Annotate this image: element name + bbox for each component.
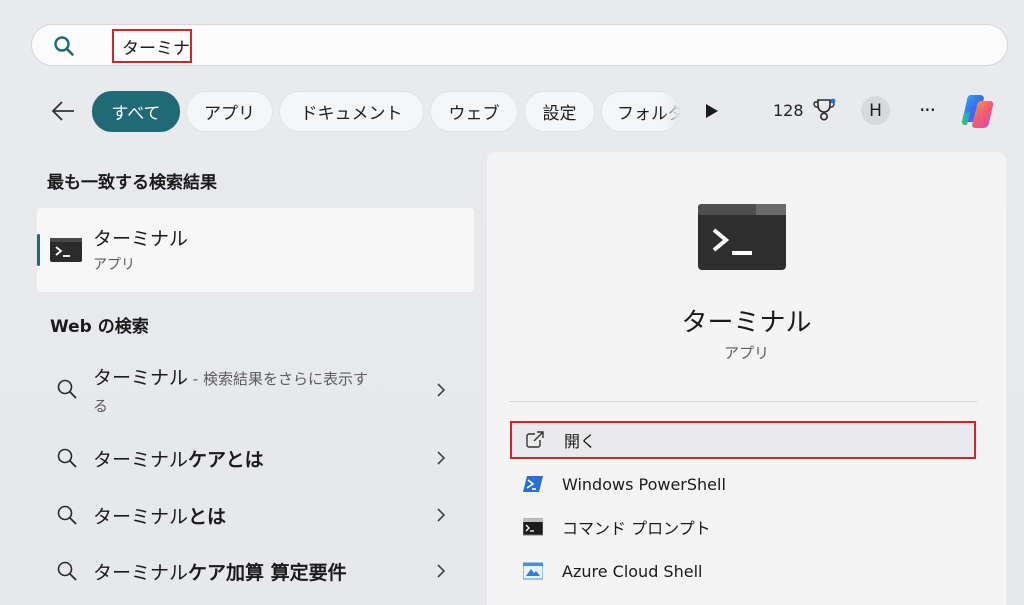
open-action[interactable]: 開く: [510, 421, 976, 459]
chevron-right-icon: [437, 451, 446, 465]
terminal-app-icon: [50, 238, 82, 262]
powershell-action-label: Windows PowerShell: [562, 474, 726, 494]
web-search-heading: Web の検索: [50, 317, 149, 337]
best-match-name: ターミナル: [93, 228, 189, 250]
terminal-app-icon: [698, 204, 786, 270]
web-result-suffix-wrap: る: [93, 397, 109, 415]
chevron-right-icon: [437, 508, 446, 522]
chevron-right-icon: [437, 383, 446, 397]
web-result-item[interactable]: ターミナルケアとは: [37, 440, 474, 476]
search-icon: [54, 36, 74, 56]
preview-panel: ターミナル アプリ 開く Windows PowerShell コマンド プロン…: [487, 152, 1006, 605]
web-result-item[interactable]: ターミナルケア加算 算定要件: [37, 553, 474, 589]
filter-settings[interactable]: 設定: [524, 91, 595, 132]
preview-app-type: アプリ: [723, 344, 769, 362]
search-icon: [57, 448, 77, 468]
web-result-text: ターミナル - 検索結果をさらに表示す る: [93, 365, 393, 419]
web-result-completion: ケア加算 算定要件: [188, 562, 347, 584]
command-prompt-action[interactable]: コマンド プロンプト: [510, 508, 976, 546]
web-result-item[interactable]: ターミナル - 検索結果をさらに表示す る: [37, 360, 474, 418]
search-icon: [57, 561, 77, 581]
web-result-completion: ケアとは: [188, 449, 264, 471]
powershell-action[interactable]: Windows PowerShell: [510, 465, 976, 503]
azure-cloud-shell-action-label: Azure Cloud Shell: [562, 561, 703, 581]
open-action-label: 開く: [564, 432, 597, 451]
best-match-result[interactable]: ターミナル アプリ: [37, 208, 474, 292]
powershell-icon: [523, 476, 543, 492]
user-avatar[interactable]: H: [861, 96, 890, 125]
search-box[interactable]: [31, 24, 1008, 66]
search-icon: [57, 505, 77, 525]
rewards-points: 128: [773, 101, 804, 120]
best-match-type: アプリ: [93, 257, 135, 273]
open-external-icon: [526, 431, 545, 448]
command-prompt-action-label: コマンド プロンプト: [562, 519, 711, 538]
copilot-icon[interactable]: [958, 91, 1000, 131]
chevron-right-icon: [437, 564, 446, 578]
web-result-text: ターミナルケアとは: [93, 445, 264, 472]
web-result-query: ターミナル: [93, 506, 189, 528]
azure-cloud-shell-action[interactable]: Azure Cloud Shell: [510, 552, 976, 590]
command-prompt-icon: [523, 518, 543, 536]
web-result-text: ターミナルとは: [93, 502, 226, 529]
windows-search-window: すべて アプリ ドキュメント ウェブ 設定 フォルダー 128 H ···: [0, 0, 1024, 605]
search-query-highlight: [112, 29, 192, 63]
filter-folders[interactable]: フォルダー: [601, 91, 680, 132]
divider: [509, 401, 977, 402]
play-scroll-icon[interactable]: [704, 102, 720, 120]
web-result-query: ターミナル: [93, 449, 189, 471]
web-result-text: ターミナルケア加算 算定要件: [93, 558, 347, 585]
preview-app-name: ターミナル: [681, 308, 812, 338]
back-arrow-icon[interactable]: [50, 97, 78, 125]
filter-documents[interactable]: ドキュメント: [279, 91, 424, 132]
web-result-item[interactable]: ターミナルとは: [37, 497, 474, 533]
more-options-icon[interactable]: ···: [914, 96, 940, 124]
search-icon: [57, 379, 77, 399]
web-result-suffix: - 検索結果をさらに表示す: [188, 370, 368, 388]
search-input[interactable]: [122, 36, 190, 56]
rewards-trophy-icon[interactable]: [811, 97, 837, 123]
filter-all[interactable]: すべて: [92, 91, 180, 132]
best-match-heading: 最も一致する検索結果: [47, 173, 217, 193]
web-result-query: ターミナル: [93, 367, 189, 389]
filter-apps[interactable]: アプリ: [186, 91, 273, 132]
selection-indicator: [37, 234, 40, 266]
filter-web[interactable]: ウェブ: [430, 91, 518, 132]
web-result-completion: とは: [188, 506, 227, 528]
web-result-query: ターミナル: [93, 562, 189, 584]
azure-cloud-shell-icon: [523, 562, 543, 580]
